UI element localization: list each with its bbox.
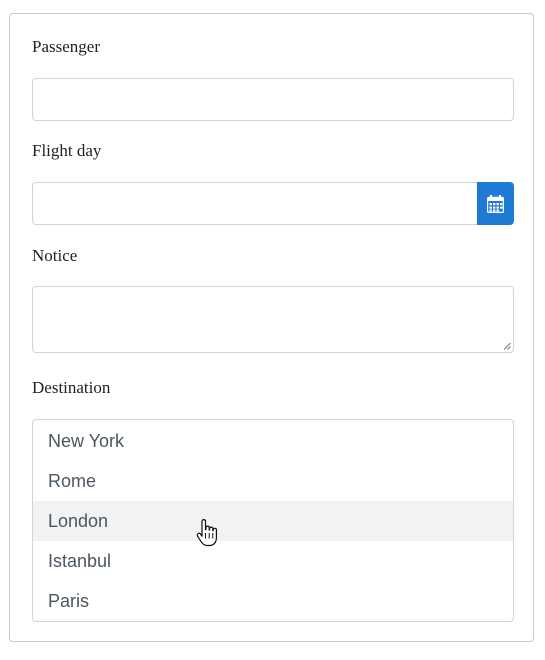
notice-textarea[interactable]: [32, 286, 514, 353]
destination-option-istanbul[interactable]: Istanbul: [33, 541, 513, 581]
destination-listbox[interactable]: New York Rome London Istanbul Paris: [32, 419, 514, 622]
destination-option-paris[interactable]: Paris: [33, 581, 513, 621]
flight-day-label: Flight day: [32, 141, 102, 160]
calendar-button[interactable]: [477, 182, 514, 225]
passenger-label: Passenger: [32, 37, 100, 56]
destination-option-rome[interactable]: Rome: [33, 461, 513, 501]
destination-label: Destination: [32, 378, 111, 397]
booking-form: Passenger Flight day Notice Destination …: [9, 13, 534, 642]
flight-day-field: [32, 182, 514, 225]
destination-option-new-york[interactable]: New York: [33, 421, 513, 461]
calendar-icon: [487, 194, 504, 213]
destination-option-london[interactable]: London: [33, 501, 513, 541]
resize-grip-icon[interactable]: [503, 342, 511, 350]
flight-day-input[interactable]: [32, 182, 478, 225]
passenger-input[interactable]: [32, 78, 514, 121]
notice-label: Notice: [32, 246, 78, 265]
